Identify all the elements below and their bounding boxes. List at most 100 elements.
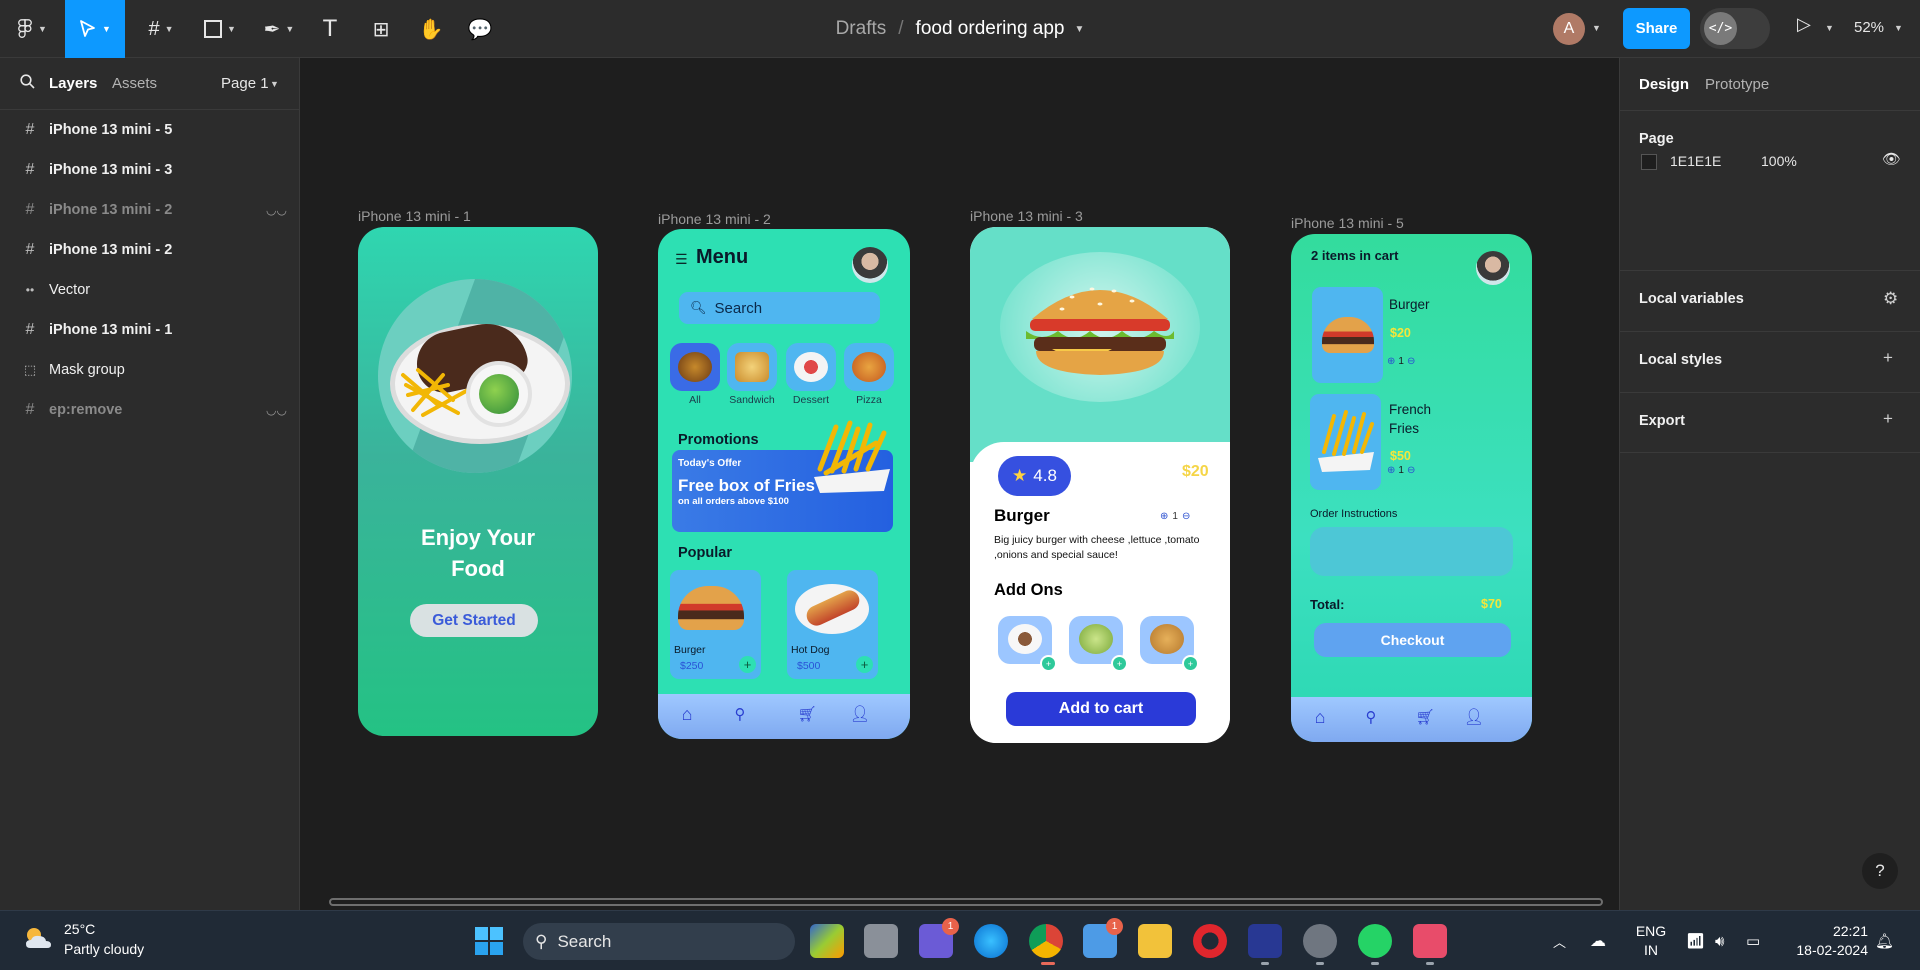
chevron-down-icon[interactable]: ▼	[1894, 23, 1903, 33]
system-clock[interactable]: 22:21 18-02-2024	[1786, 922, 1868, 960]
wifi-icon[interactable]: 📶︎	[1686, 911, 1705, 970]
layer-item[interactable]: ⬚ Mask group	[0, 350, 300, 390]
page-color-hex[interactable]: 1E1E1E	[1670, 153, 1721, 169]
components-tool-button[interactable]: ⊞	[366, 0, 396, 58]
edge-browser-icon[interactable]	[974, 924, 1008, 958]
addon-item[interactable]: +	[998, 616, 1057, 672]
plus-icon[interactable]: ⊕	[1387, 356, 1395, 367]
category-sandwich[interactable]: Sandwich	[727, 343, 777, 406]
chevron-down-icon[interactable]: ▼	[1075, 24, 1085, 35]
export-section[interactable]: Export +	[1620, 392, 1920, 453]
home-icon[interactable]: ⌂	[1308, 705, 1332, 729]
layer-item[interactable]: # iPhone 13 mini - 2 ◡◡	[0, 190, 300, 230]
search-icon[interactable]: ⚲	[1359, 705, 1383, 729]
phone-frame-onboarding[interactable]: Enjoy Your Food Get Started	[358, 227, 598, 736]
phone-frame-product[interactable]: ★ 4.8 $20 Burger ⊕ 1 ⊖ Big juicy burger …	[970, 227, 1230, 743]
phone-frame-cart[interactable]: 2 items in cart Burger $20 ⊕ 1 ⊖ French …	[1291, 234, 1532, 742]
frame-label[interactable]: iPhone 13 mini - 5	[1291, 215, 1404, 231]
local-styles-section[interactable]: Local styles +	[1620, 331, 1920, 392]
file-explorer-icon[interactable]	[1138, 924, 1172, 958]
chevron-down-icon[interactable]: ▼	[270, 79, 279, 89]
user-avatar[interactable]: A	[1553, 13, 1585, 45]
order-instructions-field[interactable]	[1310, 527, 1513, 576]
layer-item[interactable]: # iPhone 13 mini - 1	[0, 310, 300, 350]
frame-label[interactable]: iPhone 13 mini - 1	[358, 208, 471, 224]
breadcrumb-drafts[interactable]: Drafts	[836, 18, 887, 40]
tab-prototype[interactable]: Prototype	[1705, 76, 1769, 93]
variables-settings-icon[interactable]: ⚙	[1883, 289, 1898, 309]
chevron-down-icon[interactable]: ▼	[1592, 23, 1601, 33]
shape-tool-button[interactable]: ▼	[197, 0, 243, 58]
tab-assets[interactable]: Assets	[112, 75, 157, 92]
frame-tool-button[interactable]: # ▼	[138, 0, 184, 58]
minus-icon[interactable]: ⊖	[1407, 356, 1415, 367]
help-button[interactable]: ?	[1862, 853, 1898, 889]
avatar[interactable]	[852, 247, 888, 283]
snipping-tool-icon[interactable]	[1413, 924, 1447, 958]
tab-layers[interactable]: Layers	[49, 75, 97, 92]
local-variables-section[interactable]: Local variables ⚙	[1620, 270, 1920, 331]
get-started-button[interactable]: Get Started	[410, 604, 538, 637]
page-opacity[interactable]: 100%	[1761, 153, 1797, 169]
chrome-browser-icon[interactable]	[1029, 924, 1063, 958]
main-menu-button[interactable]: ▼	[10, 0, 54, 58]
addon-item[interactable]: +	[1069, 616, 1128, 672]
layer-item[interactable]: # iPhone 13 mini - 5	[0, 110, 300, 150]
popular-item-burger[interactable]: Burger $250 +	[670, 570, 761, 679]
search-input[interactable]: 🔍︎ Search	[679, 292, 880, 324]
phone-frame-menu[interactable]: ☰ Menu 🔍︎ Search All Sandwich Dessert Pi…	[658, 229, 910, 739]
language-indicator[interactable]: ENG IN	[1634, 922, 1668, 960]
add-icon[interactable]: +	[1182, 655, 1199, 672]
add-icon[interactable]: +	[1040, 655, 1057, 672]
category-all[interactable]: All	[670, 343, 720, 406]
weather-temperature[interactable]: 25°C	[64, 921, 95, 937]
teams-app-icon[interactable]: 1	[919, 918, 959, 958]
move-tool-button[interactable]: ▼	[65, 0, 125, 58]
start-button[interactable]	[472, 924, 506, 958]
volume-icon[interactable]: 🔊︎	[1715, 911, 1724, 970]
text-tool-button[interactable]: T	[315, 0, 345, 58]
cart-icon[interactable]: 🛒︎	[795, 702, 819, 726]
minus-icon[interactable]: ⊖	[1182, 511, 1190, 522]
addon-item[interactable]: +	[1140, 616, 1199, 672]
eye-icon[interactable]: 👁︎	[1882, 150, 1901, 168]
comment-tool-button[interactable]: 💬	[465, 0, 495, 58]
weather-description[interactable]: Partly cloudy	[64, 941, 144, 957]
add-to-cart-button[interactable]: Add to cart	[1006, 692, 1196, 726]
home-icon[interactable]: ⌂	[675, 702, 699, 726]
copilot-app-icon[interactable]	[810, 924, 844, 958]
plus-icon[interactable]: ⊕	[1387, 465, 1395, 476]
partly-cloudy-icon[interactable]	[22, 924, 54, 952]
add-icon[interactable]: +	[1883, 348, 1893, 368]
whatsapp-app-icon[interactable]	[1358, 924, 1392, 958]
task-view-icon[interactable]	[864, 924, 898, 958]
plus-icon[interactable]: ⊕	[1160, 511, 1168, 522]
add-icon[interactable]: +	[1111, 655, 1128, 672]
page-selector[interactable]: Page 1	[221, 75, 269, 92]
opera-browser-icon[interactable]	[1193, 924, 1227, 958]
horizontal-scrollbar[interactable]	[329, 898, 1603, 906]
file-name[interactable]: food ordering app	[916, 18, 1065, 40]
battery-icon[interactable]: ▭	[1746, 911, 1760, 970]
cart-icon[interactable]: 🛒︎	[1413, 705, 1437, 729]
settings-gear-icon[interactable]	[1303, 924, 1337, 958]
layer-item[interactable]: # iPhone 13 mini - 3	[0, 150, 300, 190]
microsoft-store-icon[interactable]: 1	[1083, 918, 1123, 958]
category-pizza[interactable]: Pizza	[844, 343, 894, 406]
frame-label[interactable]: iPhone 13 mini - 3	[970, 208, 1083, 224]
profile-icon[interactable]: 👤︎	[848, 702, 872, 726]
search-icon[interactable]	[20, 74, 35, 93]
present-play-icon[interactable]: ▷	[1797, 14, 1811, 35]
chevron-down-icon[interactable]: ▼	[1825, 23, 1834, 33]
onedrive-cloud-icon[interactable]: ☁	[1590, 911, 1606, 970]
hand-tool-button[interactable]: ✋	[416, 0, 446, 58]
layer-item[interactable]: # ep:remove ◡◡	[0, 390, 300, 430]
minus-icon[interactable]: ⊖	[1407, 465, 1415, 476]
pen-tool-button[interactable]: ✒ ▼	[256, 0, 302, 58]
search-icon[interactable]: ⚲	[728, 702, 752, 726]
layer-item[interactable]: # iPhone 13 mini - 2	[0, 230, 300, 270]
layer-item[interactable]: •• Vector	[0, 270, 300, 310]
add-icon[interactable]: +	[856, 656, 873, 673]
category-dessert[interactable]: Dessert	[786, 343, 836, 406]
page-color-swatch[interactable]	[1641, 154, 1657, 170]
